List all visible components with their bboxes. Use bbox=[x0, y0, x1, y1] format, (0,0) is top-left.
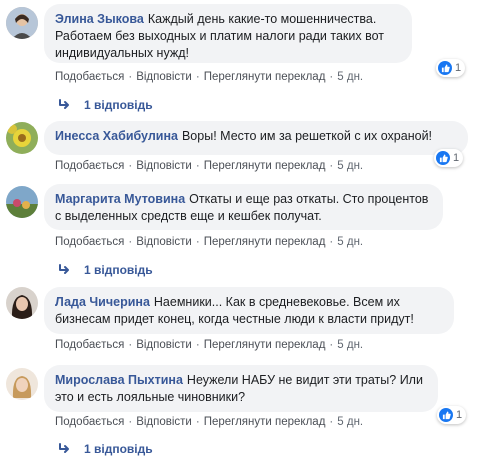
reply-button[interactable]: Відповісти bbox=[136, 339, 192, 351]
comment-bubble: Элина Зыкова Каждый день какие-то мошенни… bbox=[44, 4, 412, 63]
reply-button[interactable]: Відповісти bbox=[136, 160, 192, 172]
reply-arrow-icon bbox=[59, 443, 69, 453]
comment-bubble: Лада Чичерина Наемники... Как в средневек… bbox=[44, 287, 454, 334]
translate-button[interactable]: Переглянути переклад bbox=[204, 416, 326, 428]
separator: · bbox=[329, 236, 334, 248]
comment-author[interactable]: Мирослава Пыхтина bbox=[55, 373, 183, 387]
comment-text-line: Неужели НАБУ не видит эти траты? Или bbox=[186, 373, 423, 387]
like-button[interactable]: Подобається bbox=[55, 339, 124, 351]
reply-button[interactable]: Відповісти bbox=[136, 236, 192, 248]
reply-arrow-icon bbox=[59, 99, 69, 109]
separator: · bbox=[128, 339, 133, 351]
separator: · bbox=[128, 236, 133, 248]
like-button[interactable]: Подобається bbox=[55, 71, 124, 83]
separator: · bbox=[195, 416, 200, 428]
comment-author[interactable]: Элина Зыкова bbox=[55, 12, 144, 26]
comment-text-line: Воры! Место им за решеткой с их охраной! bbox=[181, 129, 433, 143]
like-icon bbox=[436, 151, 450, 165]
avatar[interactable] bbox=[6, 287, 38, 319]
like-icon bbox=[439, 408, 453, 422]
like-button[interactable]: Подобається bbox=[55, 236, 124, 248]
view-replies-link[interactable]: 1 відповідь bbox=[58, 442, 153, 456]
avatar[interactable] bbox=[6, 368, 38, 400]
comment-text-line: с выделенных средств еще и кешбек получа… bbox=[55, 209, 322, 223]
comment-actions: Подобається · Відповісти · Переглянути перек… bbox=[55, 160, 363, 172]
timestamp[interactable]: 5 дн. bbox=[337, 71, 363, 83]
reaction-count-text: 1 bbox=[456, 409, 463, 421]
comment-text-line: бизнесам придет конец, когда честные люд… bbox=[55, 312, 414, 326]
reply-arrow-icon bbox=[59, 264, 69, 274]
separator: · bbox=[128, 71, 133, 83]
comment-author[interactable]: Маргарита Мутовина bbox=[55, 192, 185, 206]
timestamp[interactable]: 5 дн. bbox=[337, 339, 363, 351]
separator: · bbox=[195, 71, 200, 83]
replies-count: 1 відповідь bbox=[84, 263, 153, 277]
separator: · bbox=[195, 339, 200, 351]
separator: · bbox=[329, 160, 334, 172]
comment-bubble: Маргарита Мутовина Откаты и еще раз откат… bbox=[44, 184, 443, 230]
comment-author[interactable]: Инесса Хабибулина bbox=[55, 129, 178, 143]
comment-bubble: Мирослава Пыхтина Неужели НАБУ не видит э… bbox=[44, 365, 438, 412]
comment-actions: Подобається · Відповісти · Переглянути перек… bbox=[55, 339, 363, 351]
timestamp[interactable]: 5 дн. bbox=[337, 160, 363, 172]
reply-button[interactable]: Відповісти bbox=[136, 416, 192, 428]
separator: · bbox=[329, 416, 334, 428]
separator: · bbox=[329, 339, 334, 351]
like-button[interactable]: Подобається bbox=[55, 160, 124, 172]
comment-text-line: Откаты и еще раз откаты. Сто процентов bbox=[189, 192, 429, 206]
separator: · bbox=[128, 416, 133, 428]
comment-actions: Подобається · Відповісти · Переглянути перек… bbox=[55, 416, 363, 428]
reply-button[interactable]: Відповісти bbox=[136, 71, 192, 83]
translate-button[interactable]: Переглянути переклад bbox=[204, 339, 326, 351]
reaction-count-text: 1 bbox=[453, 152, 460, 164]
reaction-count-text: 1 bbox=[455, 62, 462, 74]
reaction-count[interactable]: 1 bbox=[434, 149, 464, 167]
comment-bubble: Инесса Хабибулина Воры! Место им за решет… bbox=[44, 121, 468, 155]
like-icon bbox=[438, 61, 452, 75]
comment-text-line: Каждый день какие-то мошенничества. bbox=[147, 12, 377, 26]
comment-text-line: индивидуальных нужд! bbox=[55, 46, 189, 60]
comment-text-line: это и есть лояльные чиновники? bbox=[55, 390, 246, 404]
separator: · bbox=[329, 71, 334, 83]
replies-count: 1 відповідь bbox=[84, 442, 153, 456]
separator: · bbox=[195, 236, 200, 248]
avatar[interactable] bbox=[6, 186, 38, 218]
translate-button[interactable]: Переглянути переклад bbox=[204, 236, 326, 248]
replies-count: 1 відповідь bbox=[84, 98, 153, 112]
comment-text-line: Работаем без выходных и платим налоги ра… bbox=[55, 29, 384, 43]
timestamp[interactable]: 5 дн. bbox=[337, 416, 363, 428]
comment-actions: Подобається · Відповісти · Переглянути перек… bbox=[55, 236, 363, 248]
timestamp[interactable]: 5 дн. bbox=[337, 236, 363, 248]
reaction-count[interactable]: 1 bbox=[436, 59, 466, 77]
view-replies-link[interactable]: 1 відповідь bbox=[58, 98, 153, 112]
reaction-count[interactable]: 1 bbox=[437, 406, 467, 424]
comment-text-line: Наемники... Как в средневековье. Всем их bbox=[153, 295, 400, 309]
avatar[interactable] bbox=[6, 7, 38, 39]
translate-button[interactable]: Переглянути переклад bbox=[204, 160, 326, 172]
translate-button[interactable]: Переглянути переклад bbox=[204, 71, 326, 83]
comment-author[interactable]: Лада Чичерина bbox=[55, 295, 150, 309]
comment-actions: Подобається · Відповісти · Переглянути перек… bbox=[55, 71, 363, 83]
like-button[interactable]: Подобається bbox=[55, 416, 124, 428]
separator: · bbox=[128, 160, 133, 172]
separator: · bbox=[195, 160, 200, 172]
avatar[interactable] bbox=[6, 122, 38, 154]
view-replies-link[interactable]: 1 відповідь bbox=[58, 263, 153, 277]
